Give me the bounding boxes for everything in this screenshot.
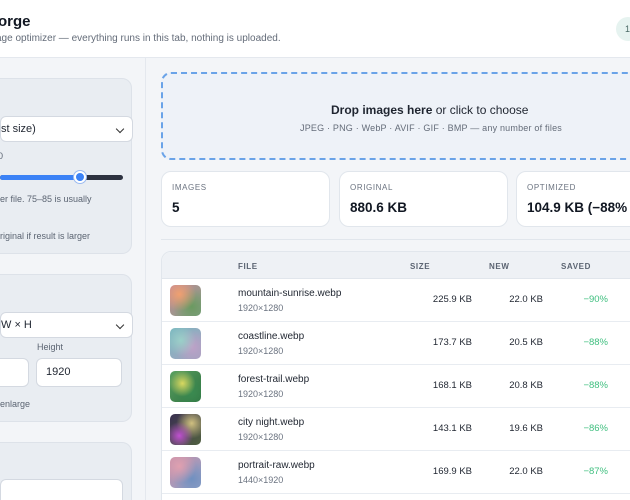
new-size: 20.8 KB — [509, 380, 543, 391]
keep-original-label[interactable]: riginal if result is larger — [0, 231, 90, 241]
extra-input[interactable] — [0, 479, 123, 500]
dropzone-formats: JPEG · PNG · WebP · AVIF · GIF · BMP — a… — [300, 123, 563, 133]
table-row[interactable]: portrait-raw.webp 1440×1920 169.9 KB 22.… — [162, 451, 630, 494]
file-name: forest-trail.webp — [238, 374, 310, 385]
quality-panel — [0, 78, 132, 254]
dropzone-title: Drop images here — [331, 103, 433, 117]
section-divider — [161, 239, 630, 240]
saved-percent: −88% — [583, 337, 608, 348]
original-size: 225.9 KB — [432, 294, 472, 305]
app-title: orge — [0, 13, 31, 30]
chevron-down-icon — [115, 124, 125, 134]
file-dimensions: 1920×1280 — [238, 303, 284, 313]
file-name: city night.webp — [238, 417, 305, 428]
height-input[interactable]: 1920 — [36, 358, 122, 387]
file-name: portrait-raw.webp — [238, 460, 315, 471]
stat-card-optimized: OPTIMIZED 104.9 KB (−88% — [516, 171, 630, 227]
quality-value: 0 — [0, 151, 4, 161]
saved-percent: −90% — [583, 294, 608, 305]
image-thumbnail — [170, 414, 201, 445]
original-size: 173.7 KB — [432, 337, 472, 348]
format-select[interactable]: st size) — [0, 116, 133, 142]
table-header: FILE SIZE NEW SAVED — [162, 252, 630, 279]
resize-select[interactable]: W × H — [0, 312, 133, 338]
chevron-down-icon — [115, 320, 125, 330]
image-thumbnail — [170, 285, 201, 316]
col-saved: SAVED — [561, 262, 591, 271]
original-size: 143.1 KB — [432, 423, 472, 434]
table-row[interactable]: coastline.webp 1920×1280 173.7 KB 20.5 K… — [162, 322, 630, 365]
saved-percent: −87% — [583, 466, 608, 477]
col-new: NEW — [489, 262, 510, 271]
quality-slider-fill — [0, 175, 80, 180]
col-file: FILE — [238, 262, 258, 271]
image-thumbnail — [170, 371, 201, 402]
stat-card-original: ORIGINAL 880.6 KB — [339, 171, 508, 227]
results-table: FILE SIZE NEW SAVED mountain-sunrise.web… — [161, 251, 630, 500]
table-row[interactable]: forest-trail.webp 1920×1280 168.1 KB 20.… — [162, 365, 630, 408]
file-dropzone[interactable]: Drop images here or click to choose JPEG… — [161, 72, 630, 160]
stat-label: IMAGES — [172, 183, 207, 192]
table-row[interactable]: city night.webp 1920×1280 143.1 KB 19.6 … — [162, 408, 630, 451]
new-size: 19.6 KB — [509, 423, 543, 434]
stat-card-images: IMAGES 5 — [161, 171, 330, 227]
stat-value: 5 — [172, 200, 180, 215]
saved-percent: −86% — [583, 423, 608, 434]
count-badge: 1 — [616, 17, 630, 41]
image-thumbnail — [170, 328, 201, 359]
format-select-value: st size) — [1, 123, 36, 135]
file-dimensions: 1920×1280 — [238, 346, 284, 356]
image-thumbnail — [170, 457, 201, 488]
new-size: 22.0 KB — [509, 466, 543, 477]
quality-slider-thumb[interactable] — [74, 171, 86, 183]
new-size: 22.0 KB — [509, 294, 543, 305]
stat-value: 104.9 KB (−88% — [527, 200, 628, 215]
file-dimensions: 1440×1920 — [238, 475, 284, 485]
stat-value: 880.6 KB — [350, 200, 408, 215]
enlarge-label[interactable]: enlarge — [0, 399, 30, 409]
stat-label: OPTIMIZED — [527, 183, 576, 192]
height-label: Height — [37, 342, 64, 352]
file-name: coastline.webp — [238, 331, 305, 342]
table-row[interactable]: mountain-sunrise.webp 1920×1280 225.9 KB… — [162, 279, 630, 322]
dropzone-suffix: or click to choose — [432, 103, 529, 117]
width-input[interactable] — [0, 358, 29, 387]
stat-label: ORIGINAL — [350, 183, 394, 192]
app-header: orge age optimizer — everything runs in … — [0, 0, 630, 58]
file-dimensions: 1920×1280 — [238, 432, 284, 442]
original-size: 168.1 KB — [432, 380, 472, 391]
original-size: 169.9 KB — [432, 466, 472, 477]
quality-slider-track[interactable] — [0, 175, 123, 180]
saved-percent: −88% — [583, 380, 608, 391]
dropzone-label: Drop images here or click to choose — [331, 103, 528, 117]
quality-hint: er file. 75–85 is usually — [0, 194, 92, 204]
col-size: SIZE — [410, 262, 431, 271]
app-subtitle: age optimizer — everything runs in this … — [0, 33, 281, 44]
file-dimensions: 1920×1280 — [238, 389, 284, 399]
resize-select-value: W × H — [1, 319, 32, 331]
new-size: 20.5 KB — [509, 337, 543, 348]
file-name: mountain-sunrise.webp — [238, 288, 342, 299]
